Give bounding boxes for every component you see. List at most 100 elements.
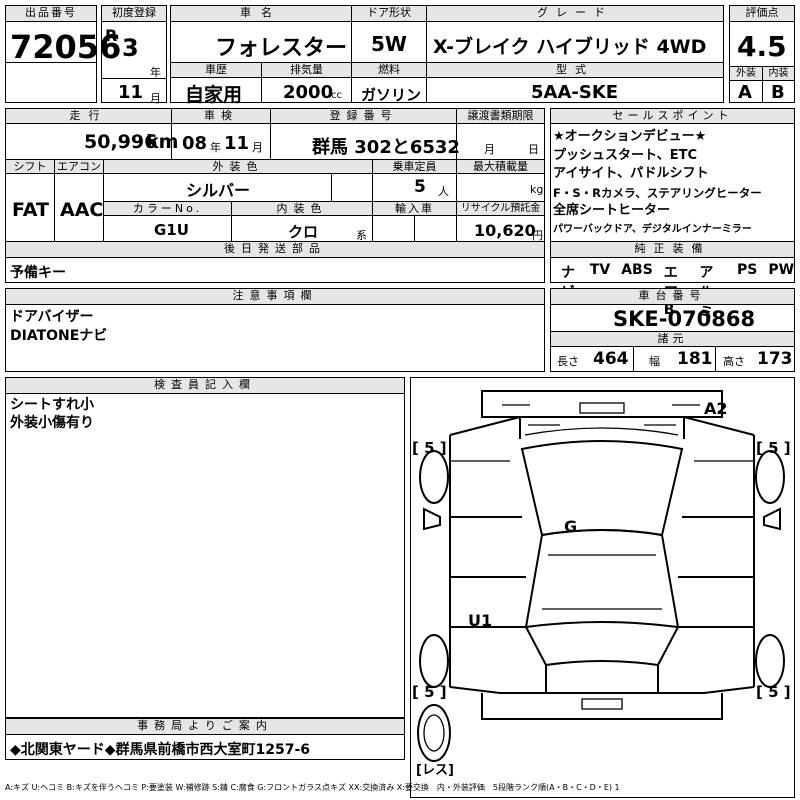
inspection-label: 車検 <box>172 109 270 124</box>
tire-front-left: [ 5 ] <box>412 439 447 457</box>
exterior-grade: A <box>738 82 752 103</box>
door-type: 5W <box>371 32 407 56</box>
history: 自家用 <box>185 84 243 106</box>
month-unit: 月 <box>150 92 161 105</box>
score-label: 評価点 <box>730 6 794 22</box>
notes-box: 注意事項欄 ドアバイザー DIATONEナビ <box>5 288 545 372</box>
model-code: 5AA-SKE <box>531 82 619 103</box>
max-load-unit: kg <box>530 183 544 196</box>
int-color-label: 内装色 <box>232 202 372 216</box>
inspector-box: 検査員記入欄 シートすれ小 外装小傷有り <box>5 377 405 718</box>
inspector-label: 検査員記入欄 <box>6 378 404 394</box>
first-reg-box: 初度登録 R 3 年 11 月 <box>101 5 167 105</box>
mileage-unit: km <box>146 131 179 153</box>
dimensions-label: 諸元 <box>551 331 794 347</box>
capacity-label: 乗車定員 <box>373 160 456 174</box>
tire-front-right: [ 5 ] <box>756 439 791 457</box>
sales-point-line: ★オークションデビュー★ <box>553 129 707 144</box>
displacement-label: 排気量 <box>262 63 351 78</box>
reg-no-label: 登録番号 <box>271 109 456 124</box>
width: 181 <box>677 349 713 369</box>
fuel-label: 燃料 <box>352 63 426 78</box>
first-reg-month: 11 <box>118 82 144 103</box>
color-no: G1U <box>154 221 189 239</box>
sales-points-label: セールスポイント <box>551 109 794 124</box>
chassis-label: 車台番号 <box>551 289 794 305</box>
notes-label: 注意事項欄 <box>6 289 544 305</box>
damage-mark-g: G <box>564 517 578 536</box>
office-box: 事務局よりご案内 ◆北関東ヤード◆群馬県前橋市西大室町1257-6 <box>5 718 405 760</box>
lot-box: 出品番号 72056 <box>5 5 121 103</box>
insp-year-unit: 年 <box>210 141 221 154</box>
note-line: DIATONEナビ <box>10 328 108 344</box>
mileage-label: 走行 <box>6 109 171 124</box>
tire-rear-right: [ 5 ] <box>756 683 791 701</box>
era: R <box>105 26 118 45</box>
shift: FAT <box>12 199 49 221</box>
inspector-notes: シートすれ小 外装小傷有り <box>10 396 94 432</box>
legend: A:キズ U:ヘコミ B:キズを伴うヘコミ P:要塗装 W:補修跡 S:錆 C:… <box>5 783 620 792</box>
transfer-day-unit: 日 <box>528 143 539 156</box>
interior-label: 内装 <box>763 67 794 81</box>
lot-label: 出品番号 <box>6 6 96 22</box>
score: 4.5 <box>737 30 787 63</box>
transfer-label: 譲渡書類期限 <box>457 109 544 124</box>
ac: AAC <box>60 199 104 221</box>
height-label: 高さ <box>723 355 745 368</box>
insp-year: 08 <box>182 133 208 154</box>
office-info: ◆北関東ヤード◆群馬県前橋市西大室町1257-6 <box>10 742 311 758</box>
sales-point-line: パワーバックドア、デジタルインナーミラー <box>553 223 752 235</box>
recycle-fee: 10,620 <box>474 221 536 240</box>
grade-label: グレード <box>427 6 723 22</box>
sales-point-line: プッシュスタート、ETC <box>553 147 698 163</box>
exterior-label: 外装 <box>730 67 762 81</box>
damage-mark-a2: A2 <box>704 399 728 418</box>
car-name: フォレスター <box>215 36 348 61</box>
color-no-label: カラーNo. <box>104 202 231 216</box>
length: 464 <box>593 349 629 369</box>
insp-month: 11 <box>224 133 250 154</box>
fuel: ガソリン <box>361 86 422 104</box>
chassis-box: 車台番号 SKE-070868 諸元 長さ 464 幅 181 高さ 173 <box>550 288 795 372</box>
ext-color: シルバー <box>186 181 251 200</box>
height: 173 <box>757 349 793 369</box>
ext-color-label: 外装色 <box>104 160 372 174</box>
capacity-unit: 人 <box>438 185 449 198</box>
import-label: 輸入車 <box>373 202 456 216</box>
insp-month-unit: 月 <box>252 141 263 154</box>
later-parts: 予備キー <box>10 265 66 281</box>
transfer-month-unit: 月 <box>484 143 495 156</box>
equipment-label: 純正装備 <box>551 242 794 258</box>
displacement: 2000 <box>283 82 334 103</box>
sales-point-line: F・S・Rカメラ、ステアリングヒーター <box>553 185 762 200</box>
history-label: 車歴 <box>171 63 261 78</box>
sales-points-box: セールスポイント ★オークションデビュー★ プッシュスタート、ETC アイサイト… <box>550 108 795 242</box>
capacity: 5 <box>414 177 426 197</box>
door-label: ドア形状 <box>352 6 426 22</box>
sales-point-line: アイサイト、パドルシフト <box>553 166 709 181</box>
notes-list: ドアバイザー DIATONEナビ <box>10 308 107 346</box>
first-reg-year: 3 <box>122 34 139 62</box>
note-line: ドアバイザー <box>10 309 94 325</box>
car-info-box: 車名 ドア形状 グレード フォレスター 5W X-ブレイク ハイブリッド 4WD… <box>170 5 724 106</box>
width-label: 幅 <box>649 355 660 368</box>
max-load-label: 最大積載量 <box>457 160 544 174</box>
office-label: 事務局よりご案内 <box>6 719 404 735</box>
first-reg-label: 初度登録 <box>102 6 166 22</box>
ac-label: エアコン <box>55 160 103 174</box>
damage-diagram-box: A2 G U1 [ 5 ] [ 5 ] [ 5 ] [ 5 ] [レス] <box>410 377 795 798</box>
score-box: 評価点 4.5 外装 内装 A B <box>729 5 795 103</box>
grade: X-ブレイク ハイブリッド 4WD <box>433 36 707 58</box>
equipment-box: 純正装備 ナビ TV ABS エアB アルミ PS PW <box>550 241 795 321</box>
displacement-unit: cc <box>331 90 342 101</box>
inspector-line: 外装小傷有り <box>10 415 94 431</box>
car-name-label: 車名 <box>171 6 351 22</box>
chassis-number: SKE-070868 <box>613 307 756 331</box>
shift-label: シフト <box>6 160 54 174</box>
later-parts-box: 後日発送部品 予備キー <box>5 241 545 283</box>
inspector-line: シートすれ小 <box>10 397 94 413</box>
int-color: クロ <box>288 223 319 241</box>
model-label: 型式 <box>427 63 723 78</box>
length-label: 長さ <box>557 355 579 368</box>
sales-point-line: 全席シートヒーター <box>553 203 671 218</box>
